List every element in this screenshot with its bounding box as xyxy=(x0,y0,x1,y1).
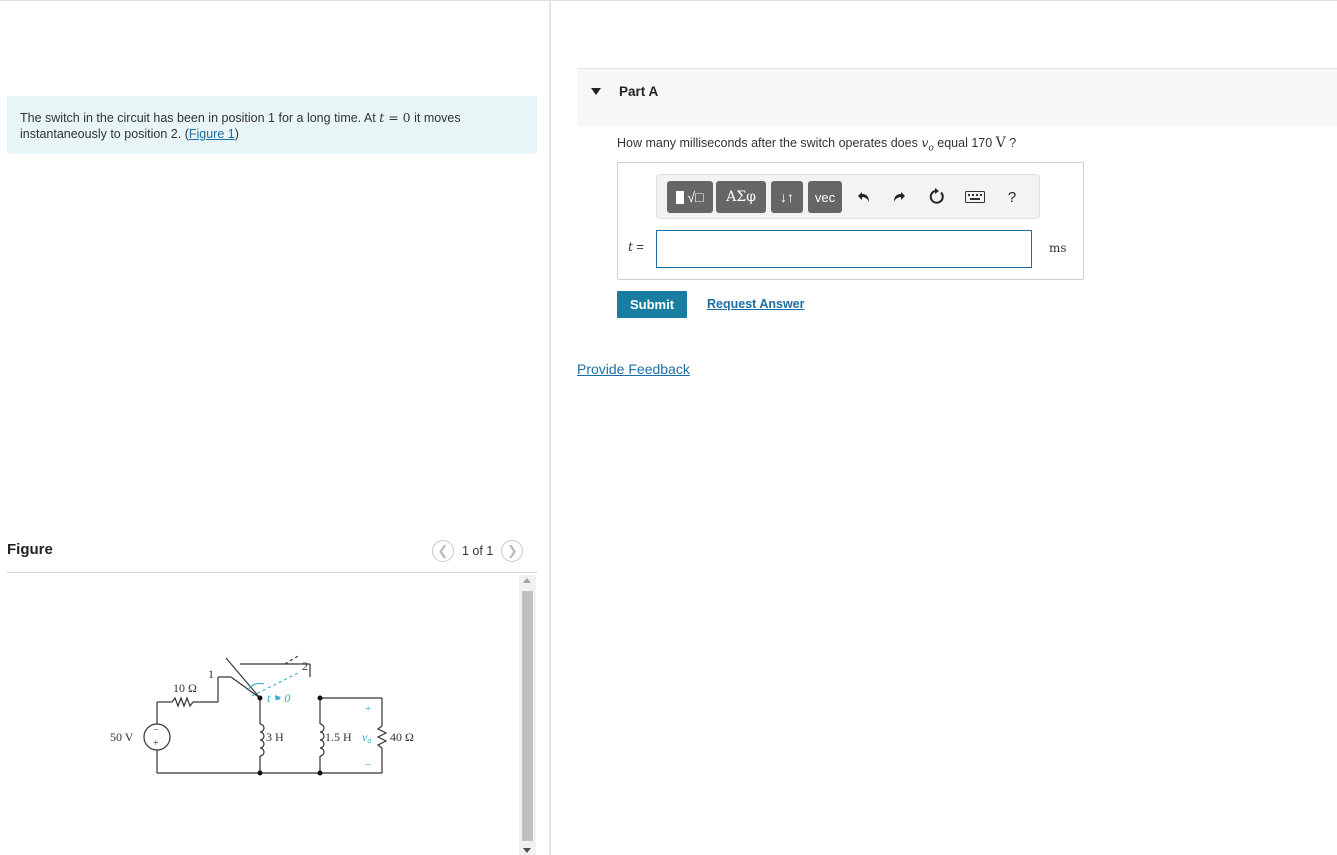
part-title: Part A xyxy=(619,84,659,99)
answer-label: t = xyxy=(628,239,644,254)
request-answer-link[interactable]: Request Answer xyxy=(707,297,804,311)
resistor1-label: 10 Ω xyxy=(173,681,197,695)
submit-button[interactable]: Submit xyxy=(617,291,687,318)
reset-icon[interactable] xyxy=(925,185,949,209)
scroll-thumb[interactable] xyxy=(522,591,533,841)
scroll-up-icon[interactable] xyxy=(523,578,531,583)
greek-button[interactable]: ΑΣφ xyxy=(716,181,766,213)
templates-button[interactable]: √□ xyxy=(667,181,713,213)
figure-scrollbar[interactable] xyxy=(519,575,536,855)
chevron-left-icon[interactable]: ❮ xyxy=(432,540,454,562)
help-button[interactable]: ? xyxy=(1000,185,1024,209)
top-border xyxy=(0,0,1337,1)
position1-label: 1 xyxy=(208,667,214,681)
vec-button[interactable]: vec xyxy=(808,181,842,213)
circuit-diagram: 50 V − + 10 Ω 1 2 t = 0 3 H 1.5 H vo + −… xyxy=(110,655,414,776)
vo-label: vo xyxy=(362,730,371,745)
problem-statement: The switch in the circuit has been in po… xyxy=(7,96,537,154)
keyboard-icon[interactable] xyxy=(963,185,987,209)
vo-plus: + xyxy=(365,703,371,715)
part-a-header[interactable]: Part A xyxy=(577,68,1337,126)
redo-icon[interactable] xyxy=(887,185,911,209)
question-text: How many milliseconds after the switch o… xyxy=(617,135,1017,154)
source-label: 50 V xyxy=(110,730,134,744)
scroll-down-icon[interactable] xyxy=(523,848,531,853)
inductor1-label: 3 H xyxy=(266,730,284,744)
answer-input[interactable] xyxy=(656,230,1032,268)
inductor2-label: 1.5 H xyxy=(325,730,352,744)
figure-divider xyxy=(7,572,537,573)
answer-unit: ms xyxy=(1049,241,1067,255)
position2-label: 2 xyxy=(302,659,308,673)
source-plus: + xyxy=(153,738,159,749)
figure-pager: ❮ 1 of 1 ❯ xyxy=(432,540,524,562)
figure-title: Figure xyxy=(7,541,53,558)
math-toolbar: √□ ΑΣφ ↓↑ vec ? xyxy=(656,174,1040,219)
undo-icon[interactable] xyxy=(852,185,876,209)
provide-feedback-link[interactable]: Provide Feedback xyxy=(577,361,690,377)
chevron-right-icon[interactable]: ❯ xyxy=(501,540,524,562)
vo-minus: − xyxy=(365,759,371,771)
template-block-icon xyxy=(676,190,685,204)
arrows-button[interactable]: ↓↑ xyxy=(771,181,803,213)
pager-count: 1 of 1 xyxy=(462,544,494,558)
switch-time-label: t = 0 xyxy=(267,691,290,705)
pane-divider[interactable] xyxy=(549,0,551,855)
problem-text: The switch in the circuit has been in po… xyxy=(20,110,461,141)
resistor2-label: 40 Ω xyxy=(390,730,414,744)
collapse-caret-icon[interactable] xyxy=(591,88,601,95)
answer-box: √□ ΑΣφ ↓↑ vec ? t = ms xyxy=(617,162,1084,280)
source-minus: − xyxy=(153,725,159,736)
figure-link[interactable]: Figure 1 xyxy=(189,127,235,141)
